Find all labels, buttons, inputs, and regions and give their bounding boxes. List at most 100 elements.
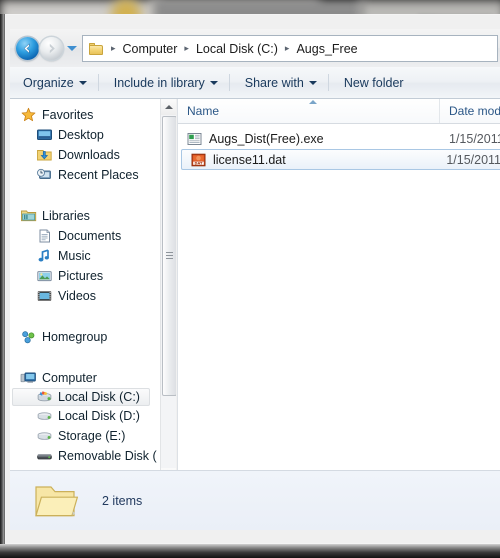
sidebar-item-storage-e[interactable]: Storage (E:) bbox=[10, 426, 162, 446]
folder-icon bbox=[32, 481, 79, 521]
forward-button[interactable] bbox=[40, 37, 63, 60]
pictures-icon bbox=[36, 268, 53, 284]
downloads-icon bbox=[36, 147, 53, 163]
documents-icon bbox=[36, 228, 53, 244]
sidebar-label-documents: Documents bbox=[58, 229, 122, 243]
file-name-label: license11.dat bbox=[213, 152, 286, 167]
column-header-date-modified[interactable]: Date mod bbox=[440, 99, 500, 123]
table-row[interactable]: Augs_Dist(Free).exe 1/15/2011 bbox=[178, 128, 500, 149]
new-folder-button[interactable]: New folder bbox=[335, 71, 413, 95]
sort-ascending-icon bbox=[308, 100, 317, 104]
toolbar-divider-3 bbox=[327, 74, 329, 91]
file-list-pane: Name Date mod Augs_Dist(Free).exe 1/15/2… bbox=[177, 99, 500, 484]
breadcrumb-separator-1[interactable]: ▸ bbox=[184, 43, 189, 54]
recent-places-icon bbox=[36, 167, 53, 183]
sidebar-item-music[interactable]: Music bbox=[10, 246, 162, 266]
star-icon bbox=[20, 107, 37, 123]
nav-group-libraries: Libraries Documents Music Pictures Video… bbox=[10, 206, 162, 306]
sidebar-label-pictures: Pictures bbox=[58, 269, 104, 283]
scroll-up-button[interactable] bbox=[161, 99, 176, 115]
application-icon bbox=[186, 131, 203, 147]
table-row[interactable]: DAT license11.dat 1/15/2011 bbox=[181, 149, 500, 170]
libraries-icon bbox=[20, 208, 37, 224]
sidebar-item-recent-places[interactable]: Recent Places bbox=[10, 165, 162, 185]
videos-icon bbox=[36, 288, 53, 304]
include-in-library-button[interactable]: Include in library bbox=[105, 71, 227, 95]
sidebar-label-downloads: Downloads bbox=[58, 148, 120, 162]
back-arrow-icon bbox=[23, 43, 30, 54]
sidebar-label-recent-places: Recent Places bbox=[58, 168, 139, 182]
sidebar-item-documents[interactable]: Documents bbox=[10, 226, 162, 246]
new-folder-label: New folder bbox=[343, 75, 404, 90]
sidebar-label-libraries: Libraries bbox=[42, 209, 90, 223]
address-bar: ▸ Computer ▸ Local Disk (C:) ▸ Augs_Free bbox=[10, 29, 500, 68]
computer-icon bbox=[20, 370, 37, 386]
system-drive-icon bbox=[36, 389, 53, 405]
sidebar-item-local-disk-d[interactable]: Local Disk (D:) bbox=[10, 406, 162, 426]
removable-drive-icon bbox=[36, 448, 53, 464]
breadcrumb-item-augs-free[interactable]: Augs_Free bbox=[294, 40, 359, 58]
breadcrumb-separator-0[interactable]: ▸ bbox=[111, 43, 116, 54]
share-with-button[interactable]: Share with bbox=[236, 71, 326, 95]
sidebar-label-desktop: Desktop bbox=[58, 128, 104, 142]
sidebar-item-libraries[interactable]: Libraries bbox=[10, 206, 162, 226]
breadcrumb-separator-2[interactable]: ▸ bbox=[285, 43, 290, 54]
explorer-window-screenshot: ▸ Computer ▸ Local Disk (C:) ▸ Augs_Free… bbox=[0, 0, 500, 558]
file-name-cell: DAT license11.dat bbox=[182, 152, 437, 168]
history-dropdown-icon[interactable] bbox=[67, 46, 77, 51]
forward-arrow-icon bbox=[49, 43, 55, 54]
folder-icon bbox=[88, 42, 103, 55]
desktop-icon bbox=[36, 127, 53, 143]
file-name-label: Augs_Dist(Free).exe bbox=[209, 131, 324, 146]
navigation-pane: Favorites Desktop Downloads Recent Place… bbox=[10, 99, 176, 484]
sidebar-label-homegroup: Homegroup bbox=[42, 330, 108, 344]
organize-button[interactable]: Organize bbox=[14, 71, 96, 95]
breadcrumb-item-local-disk-c[interactable]: Local Disk (C:) bbox=[194, 40, 280, 58]
nav-group-computer: Computer Local Disk (C:) Local Disk (D:)… bbox=[10, 368, 162, 466]
sidebar-item-videos[interactable]: Videos bbox=[10, 286, 162, 306]
include-in-library-label: Include in library bbox=[113, 75, 205, 90]
sidebar-label-removable-disk: Removable Disk ( bbox=[58, 449, 157, 463]
nav-group-favorites: Favorites Desktop Downloads Recent Place… bbox=[10, 105, 162, 185]
sidebar-item-computer[interactable]: Computer bbox=[10, 368, 162, 388]
breadcrumb-bar[interactable]: ▸ Computer ▸ Local Disk (C:) ▸ Augs_Free bbox=[82, 35, 498, 62]
organize-label: Organize bbox=[23, 75, 74, 90]
sidebar-item-downloads[interactable]: Downloads bbox=[10, 145, 162, 165]
sidebar-item-pictures[interactable]: Pictures bbox=[10, 266, 162, 286]
command-toolbar: Organize Include in library Share with N… bbox=[10, 67, 500, 99]
file-name-cell: Augs_Dist(Free).exe bbox=[178, 131, 440, 147]
chevron-down-icon bbox=[209, 80, 218, 85]
back-button[interactable] bbox=[16, 37, 39, 60]
sidebar-scrollbar[interactable] bbox=[160, 99, 176, 484]
status-item-count: 2 items bbox=[102, 493, 143, 508]
toolbar-divider-1 bbox=[97, 74, 99, 91]
homegroup-icon bbox=[20, 329, 37, 345]
file-rows: Augs_Dist(Free).exe 1/15/2011 DAT licens… bbox=[178, 124, 500, 170]
share-with-label: Share with bbox=[244, 75, 304, 90]
svg-text:DAT: DAT bbox=[195, 161, 203, 165]
dat-file-icon: DAT bbox=[190, 152, 207, 168]
chevron-down-icon bbox=[308, 80, 317, 85]
scrollbar-thumb[interactable] bbox=[162, 116, 176, 396]
sidebar-label-favorites: Favorites bbox=[42, 108, 94, 122]
drive-icon bbox=[36, 428, 53, 444]
sidebar-label-storage-e: Storage (E:) bbox=[58, 429, 126, 443]
sidebar-item-removable-disk[interactable]: Removable Disk ( bbox=[10, 446, 162, 466]
sidebar-item-desktop[interactable]: Desktop bbox=[10, 125, 162, 145]
sidebar-label-local-disk-d: Local Disk (D:) bbox=[58, 409, 140, 423]
sidebar-label-computer: Computer bbox=[42, 371, 97, 385]
sidebar-item-homegroup[interactable]: Homegroup bbox=[10, 327, 162, 347]
column-header-name[interactable]: Name bbox=[178, 99, 440, 123]
music-icon bbox=[36, 248, 53, 264]
sidebar-item-favorites[interactable]: Favorites bbox=[10, 105, 162, 125]
window-bottom-border bbox=[0, 544, 500, 558]
breadcrumb-item-computer[interactable]: Computer bbox=[121, 40, 180, 58]
chevron-down-icon bbox=[78, 80, 87, 85]
drive-icon bbox=[36, 408, 53, 424]
column-header-date-label: Date mod bbox=[449, 104, 500, 118]
file-date-cell: 1/15/2011 bbox=[449, 131, 500, 146]
sidebar-item-local-disk-c[interactable]: Local Disk (C:) bbox=[12, 388, 150, 406]
